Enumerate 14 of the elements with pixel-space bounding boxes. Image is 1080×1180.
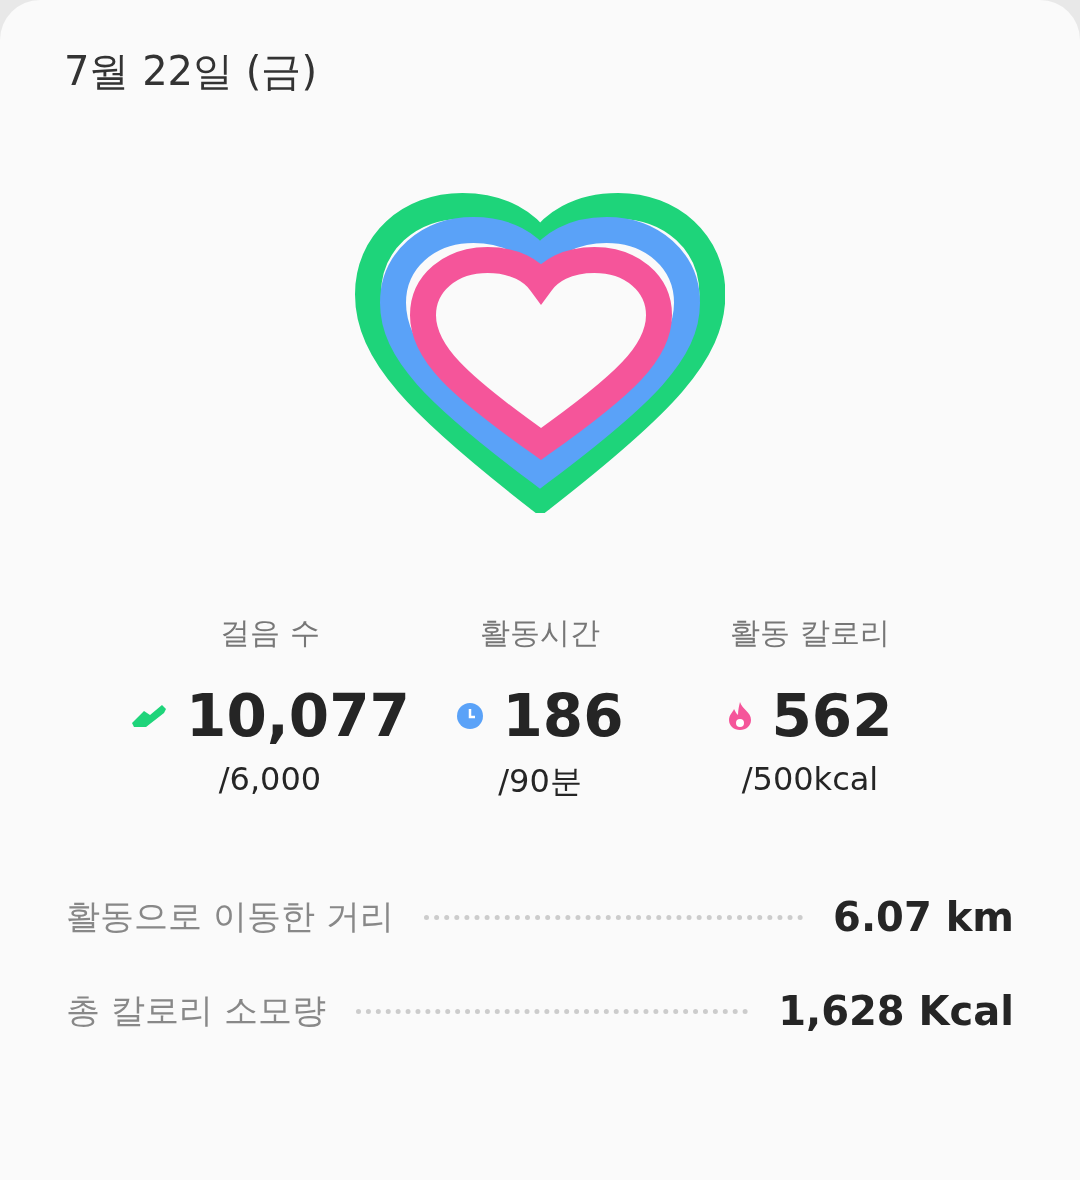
metric-goal: /90분: [498, 761, 582, 802]
date-title: 7월 22일 (금): [64, 47, 318, 96]
metric-value: 562: [771, 682, 893, 750]
metric-label: 활동시간: [480, 614, 600, 652]
metric-goal: /500kcal: [741, 760, 879, 798]
metric-value: 186: [502, 682, 624, 750]
metric-goal: /6,000: [218, 760, 322, 798]
summary-value: 6.07 km: [833, 894, 1014, 940]
summary-label: 총 칼로리 소모량: [66, 989, 326, 1032]
summary-value: 1,628 Kcal: [778, 988, 1014, 1034]
summary-label: 활동으로 이동한 거리: [66, 895, 394, 938]
metric-label: 걸음 수: [220, 614, 320, 652]
metric-value: 10,077: [186, 682, 410, 750]
metric-label: 활동 칼로리: [730, 614, 890, 652]
